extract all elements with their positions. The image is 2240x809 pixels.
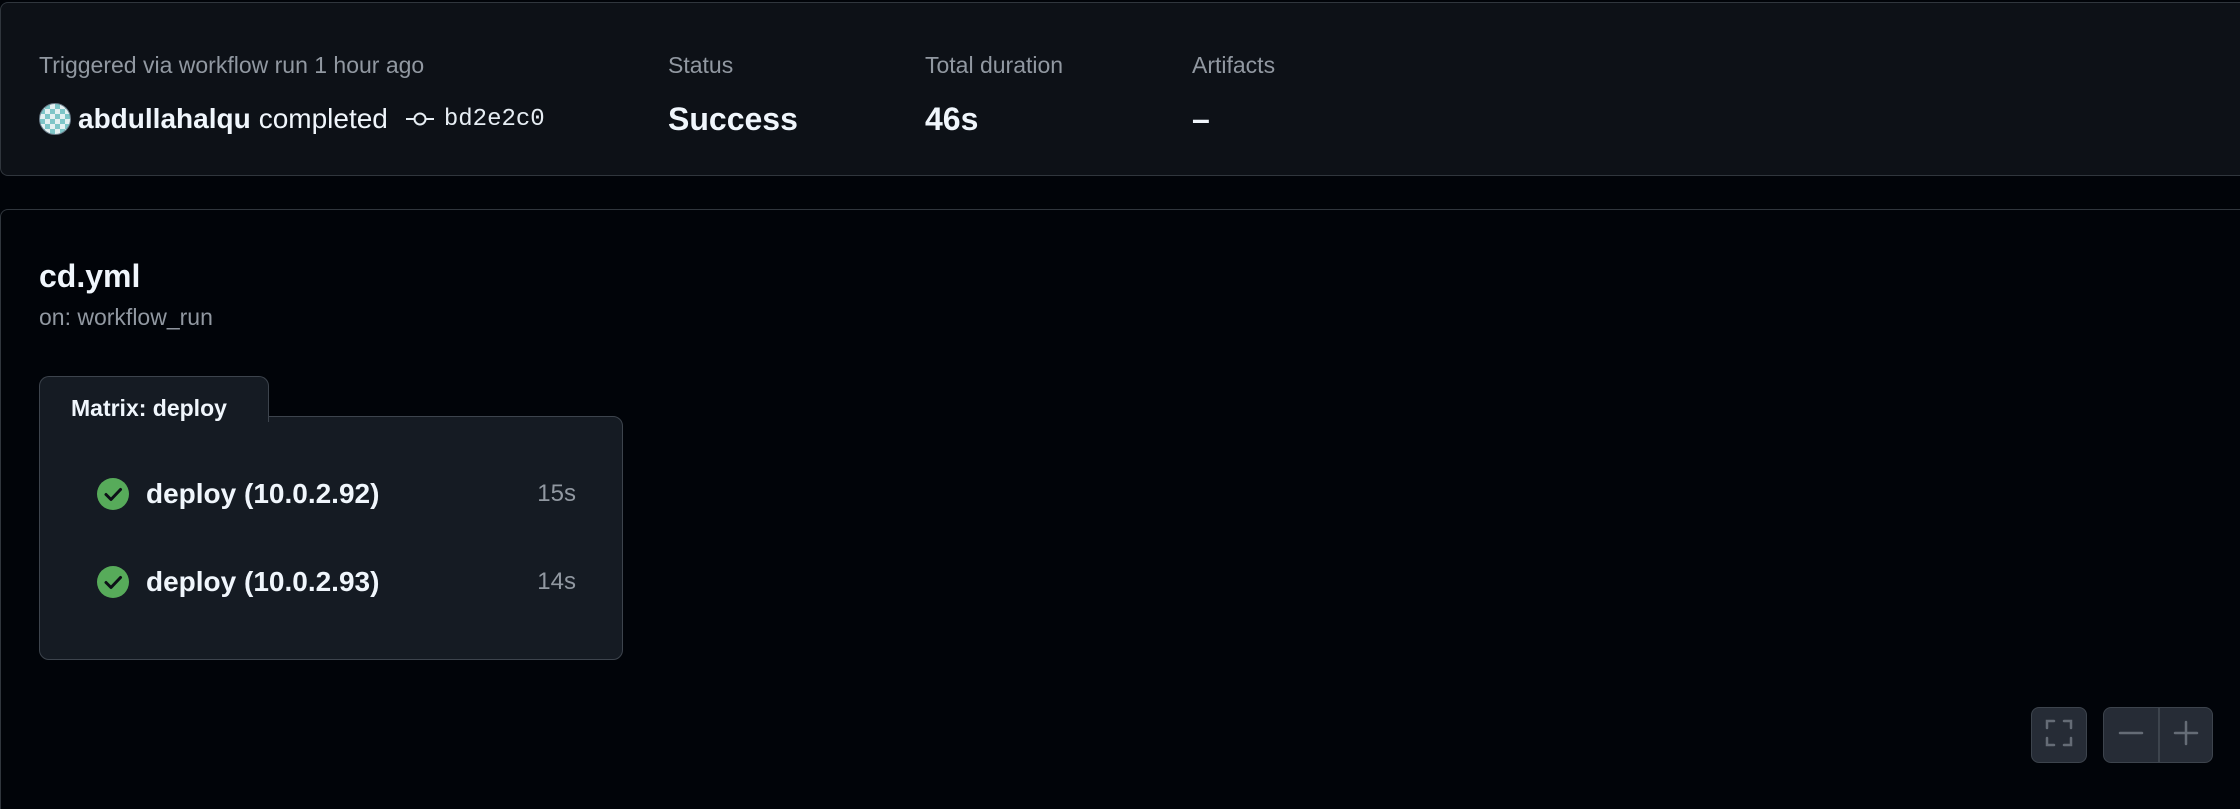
job-item[interactable]: deploy (10.0.2.93) 14s (96, 565, 576, 599)
workflow-graph[interactable]: cd.yml on: workflow_run Matrix: deploy d… (0, 209, 2240, 809)
zoom-in-icon (2173, 720, 2199, 751)
fullscreen-control (2031, 707, 2087, 763)
actor-link[interactable]: abdullahalqu (78, 103, 251, 135)
job-duration: 14s (537, 568, 576, 595)
actor-verb: completed (258, 103, 388, 134)
run-summary-panel: Triggered via workflow run 1 hour ago ab… (0, 2, 2240, 176)
artifacts-value: – (1192, 100, 1210, 137)
trigger-column: Triggered via workflow run 1 hour ago ab… (39, 51, 545, 137)
zoom-out-icon (2118, 720, 2144, 751)
job-name: deploy (10.0.2.92) (146, 478, 380, 509)
zoom-out-button[interactable] (2104, 708, 2158, 762)
duration-value: 46s (925, 100, 979, 137)
matrix-title: Matrix: deploy (71, 395, 227, 421)
fullscreen-icon (2045, 719, 2073, 752)
commit-sha-link[interactable]: bd2e2c0 (444, 106, 545, 133)
workflow-file-name: cd.yml (39, 258, 141, 294)
matrix-tab: Matrix: deploy (39, 376, 269, 422)
duration-label: Total duration (925, 52, 1064, 78)
matrix-group: deploy (10.0.2.92) 15s deploy (10.0.2.93… (39, 416, 623, 660)
job-name: deploy (10.0.2.93) (146, 566, 380, 597)
duration-column: Total duration 46s (925, 51, 1063, 137)
artifacts-column: Artifacts – (1192, 51, 1275, 137)
status-label: Status (668, 52, 734, 78)
status-value: Success (668, 100, 798, 137)
fullscreen-button[interactable] (2032, 708, 2086, 762)
status-column: Status Success (668, 51, 798, 137)
check-circle-icon (96, 477, 130, 511)
job-duration: 15s (537, 480, 576, 507)
artifacts-label: Artifacts (1192, 52, 1276, 78)
zoom-in-button[interactable] (2159, 708, 2213, 762)
git-commit-icon (405, 110, 434, 128)
check-circle-icon (96, 565, 130, 599)
trigger-label: Triggered via workflow run 1 hour ago (39, 52, 425, 78)
zoom-controls (2103, 707, 2213, 763)
avatar[interactable] (39, 103, 71, 135)
trigger-detail: abdullahalqu completed bd2e2c0 (39, 101, 545, 137)
workflow-trigger: on: workflow_run (39, 304, 213, 330)
job-item[interactable]: deploy (10.0.2.92) 15s (96, 477, 576, 511)
